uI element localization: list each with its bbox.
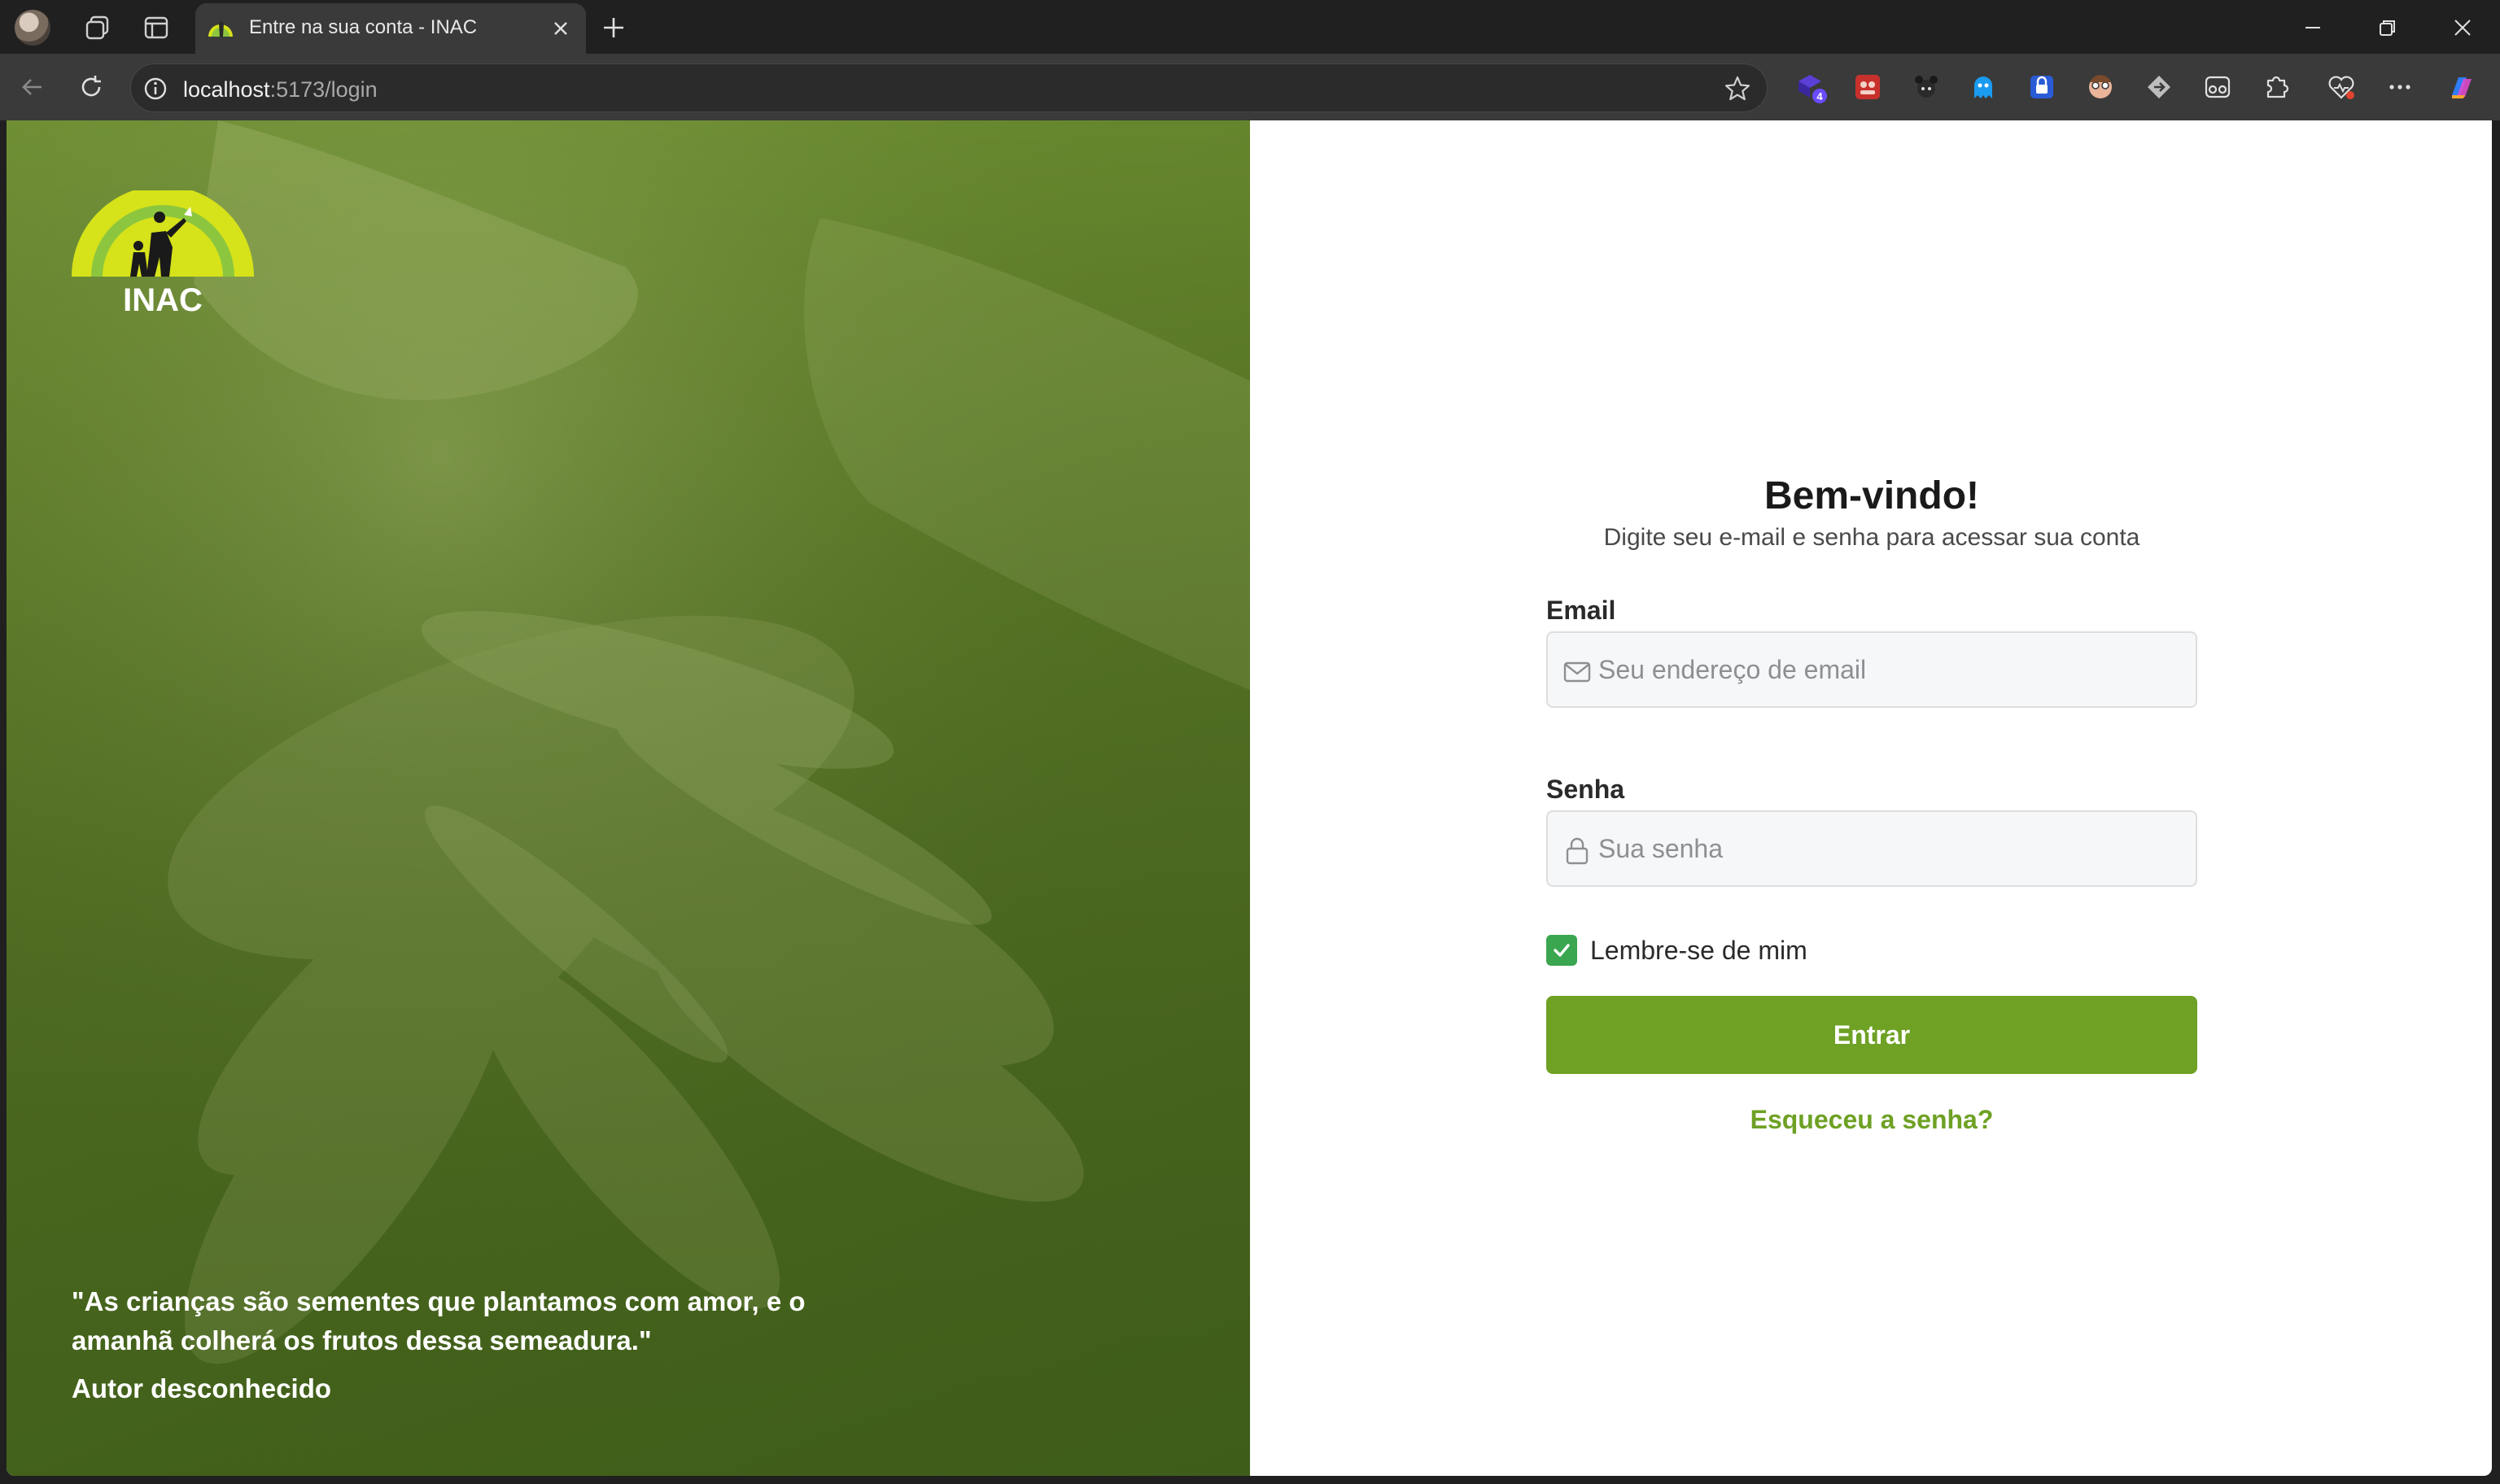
info-icon[interactable]: [142, 76, 168, 102]
remember-label: Lembre-se de mim: [1590, 935, 1807, 965]
minimize-icon[interactable]: [2292, 8, 2334, 47]
page-title: Bem-vindo!: [1764, 474, 1979, 517]
star-icon[interactable]: [1723, 74, 1752, 103]
profile-avatar[interactable]: [15, 10, 50, 46]
extension-shield-icon[interactable]: [2025, 70, 2059, 104]
password-field[interactable]: [1546, 810, 2197, 887]
copilot-icon[interactable]: [2445, 70, 2479, 104]
remember-me[interactable]: Lembre-se de mim: [1546, 934, 2197, 967]
submit-button[interactable]: Entrar: [1546, 996, 2197, 1074]
tab-favicon-icon: [207, 15, 234, 40]
puzzle-icon[interactable]: [2259, 70, 2293, 104]
refresh-icon[interactable]: [72, 68, 111, 107]
extension-glasses-icon[interactable]: [2201, 70, 2235, 104]
hero-quote-author: Autor desconhecido: [72, 1373, 332, 1403]
address-url[interactable]: localhost:5173/login: [183, 77, 378, 103]
url-path: :5173/login: [269, 77, 378, 102]
tab-title: Entre na sua conta - INAC: [249, 16, 478, 38]
check-icon: [1554, 944, 1570, 957]
plus-icon[interactable]: [594, 8, 633, 47]
password-label: Senha: [1546, 775, 1625, 804]
extension-arrow-icon[interactable]: [2142, 70, 2176, 104]
extension-badge-count: 4: [1816, 90, 1823, 103]
page-viewport: INAC "As crianças são sementes que plant…: [7, 120, 2492, 1476]
remember-checkbox[interactable]: [1546, 935, 1577, 966]
browser-titlebar: Entre na sua conta - INAC: [0, 0, 2500, 54]
hero-hands-photo: [7, 120, 1250, 1476]
more-options-icon[interactable]: [2383, 70, 2417, 104]
forgot-password-link[interactable]: Esqueceu a senha?: [1546, 1105, 2197, 1135]
close-icon[interactable]: [547, 15, 575, 42]
workspaces-icon[interactable]: [78, 8, 117, 47]
hero-panel: INAC "As crianças são sementes que plant…: [7, 120, 1250, 1476]
browser-tab-active[interactable]: Entre na sua conta - INAC: [195, 3, 586, 54]
page-subtitle: Digite seu e-mail e senha para acessar s…: [1603, 524, 2140, 551]
email-label: Email: [1546, 596, 1616, 625]
window-close-icon[interactable]: [2441, 8, 2484, 47]
restore-icon[interactable]: [2367, 8, 2409, 47]
password-input[interactable]: [1598, 812, 2184, 885]
extension-ghost-icon[interactable]: [1966, 70, 2000, 104]
email-input[interactable]: [1598, 633, 2184, 706]
lock-icon: [1562, 836, 1592, 866]
address-bar[interactable]: localhost:5173/login: [130, 63, 1768, 112]
extension-purple-icon[interactable]: 4: [1794, 70, 1828, 104]
email-field[interactable]: [1546, 631, 2197, 708]
login-form: Bem-vindo! Digite seu e-mail e senha par…: [1546, 470, 2197, 1135]
vertical-tabs-icon[interactable]: [137, 8, 176, 47]
url-host: localhost: [183, 77, 270, 102]
browser-toolbar: localhost:5173/login 4: [0, 54, 2500, 120]
hero-quote: "As crianças são sementes que plantamos …: [72, 1286, 806, 1355]
browser-essentials-icon[interactable]: [2324, 70, 2358, 104]
arrow-left-icon[interactable]: [13, 68, 52, 107]
extension-panda-icon[interactable]: [1909, 70, 1943, 104]
extension-face-icon[interactable]: [2083, 70, 2118, 104]
inac-logo: INAC: [70, 186, 256, 321]
logo-name: INAC: [123, 282, 203, 318]
extension-red-icon[interactable]: [1851, 70, 1885, 104]
mail-icon: [1562, 657, 1592, 687]
